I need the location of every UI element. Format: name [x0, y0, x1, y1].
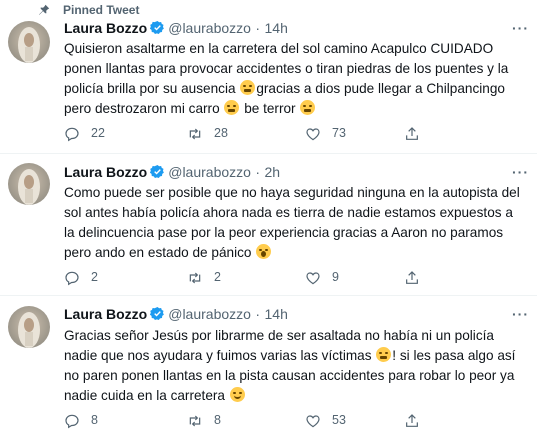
heart-icon: [306, 415, 320, 428]
tweet-actions: 8 8 53: [64, 411, 524, 431]
tweet-text-line: Quisieron asaltarme en la carretera del …: [64, 41, 494, 56]
tweet-text-span: ! si les pasa algo así: [392, 348, 516, 363]
like-count: 53: [332, 413, 346, 427]
share-button[interactable]: [404, 124, 424, 144]
like-button[interactable]: 9: [305, 268, 385, 288]
more-options-button[interactable]: ···: [512, 20, 529, 36]
separator-dot: ·: [255, 164, 261, 180]
reply-count: 22: [91, 126, 105, 140]
retweet-button[interactable]: 8: [187, 411, 267, 431]
author-handle[interactable]: @laurabozzo: [168, 20, 251, 36]
tweet-3[interactable]: Laura Bozzo @laurabozzo · 14h ··· Gracias…: [0, 296, 537, 437]
author-handle[interactable]: @laurabozzo: [168, 306, 251, 322]
verified-badge-icon: [150, 164, 165, 178]
tweet-text: Quisieron asaltarme en la carretera del …: [64, 39, 530, 119]
share-icon: [406, 271, 418, 284]
more-options-button[interactable]: ···: [512, 306, 529, 322]
heart-icon: [306, 128, 320, 141]
tweet-text-line: sol antes había policía ahora nada es ti…: [64, 205, 513, 220]
tweet-text-line: nadie que nos ayudara y fuimos varias la…: [64, 346, 530, 366]
pinned-tweet-header: Pinned Tweet: [0, 0, 537, 20]
tweet-text-line: nadie cuida en la carretera: [64, 386, 530, 406]
like-button[interactable]: 53: [305, 411, 385, 431]
tweet-text-span: nadie cuida en la carretera: [64, 388, 229, 403]
tweet-header: Laura Bozzo @laurabozzo · 2h: [64, 164, 280, 182]
like-button[interactable]: 73: [305, 124, 385, 144]
tweet-text-line: pero ando en estado de pánico: [64, 243, 530, 263]
author-name[interactable]: Laura Bozzo: [64, 306, 147, 322]
retweet-count: 2: [214, 270, 221, 284]
pinned-label: Pinned Tweet: [63, 3, 140, 17]
weary-face-emoji-icon: [224, 100, 240, 115]
tweet-text-line: no paren ponen llantas en la pista causa…: [64, 368, 515, 383]
author-name[interactable]: Laura Bozzo: [64, 164, 147, 180]
share-icon: [406, 127, 418, 140]
relieved-face-emoji-icon: [229, 387, 245, 402]
more-options-button[interactable]: ···: [512, 164, 529, 180]
retweet-icon: [189, 128, 201, 140]
tweet-text-span: gracias a dios pude llegar a Chilpancing…: [256, 81, 505, 96]
screaming-face-emoji-icon: [256, 244, 272, 259]
retweet-icon: [189, 415, 201, 427]
retweet-button[interactable]: 2: [187, 268, 267, 288]
tweet-text-line: Gracias señor Jesús por librarme de ser …: [64, 328, 494, 343]
weary-face-emoji-icon: [240, 80, 256, 95]
weary-face-emoji-icon: [300, 100, 316, 115]
tweet-text-line: ponen llantas para provocar accidentes o…: [64, 61, 509, 76]
tweet-header: Laura Bozzo @laurabozzo · 14h: [64, 306, 288, 324]
author-handle[interactable]: @laurabozzo: [168, 164, 251, 180]
retweet-count: 28: [214, 126, 228, 140]
tweet-text-span: pero destrozaron mi carro: [64, 101, 224, 116]
tweet-text-line: policía brilla por su ausencia gracias a…: [64, 79, 530, 99]
heart-icon: [306, 272, 320, 285]
reply-count: 2: [91, 270, 98, 284]
tweet-1[interactable]: Laura Bozzo @laurabozzo · 14h ··· Quisier…: [0, 18, 537, 154]
reply-count: 8: [91, 413, 98, 427]
pin-icon: [39, 4, 50, 15]
tweet-2[interactable]: Laura Bozzo @laurabozzo · 2h ··· Como pue…: [0, 154, 537, 296]
tweet-text-span: nadie que nos ayudara y fuimos varias la…: [64, 348, 376, 363]
share-button[interactable]: [404, 411, 424, 431]
avatar[interactable]: [8, 306, 50, 348]
timestamp[interactable]: 14h: [265, 306, 288, 322]
share-button[interactable]: [404, 268, 424, 288]
author-name[interactable]: Laura Bozzo: [64, 20, 147, 36]
tweet-text-line: Como puede ser posible que no haya segur…: [64, 185, 520, 200]
reply-button[interactable]: 22: [64, 124, 144, 144]
tweet-text: Gracias señor Jesús por librarme de ser …: [64, 326, 530, 406]
tweet-text-span: pero ando en estado de pánico: [64, 245, 256, 260]
verified-badge-icon: [150, 20, 165, 34]
avatar[interactable]: [8, 21, 50, 63]
reply-button[interactable]: 8: [64, 411, 144, 431]
reply-button[interactable]: 2: [64, 268, 144, 288]
avatar[interactable]: [8, 163, 50, 205]
retweet-count: 8: [214, 413, 221, 427]
reply-icon: [65, 271, 79, 286]
tweet-text-line: la delincuencia pase por la peor experie…: [64, 225, 504, 240]
like-count: 9: [332, 270, 339, 284]
timestamp[interactable]: 14h: [265, 20, 288, 36]
tweet-text-span: policía brilla por su ausencia: [64, 81, 240, 96]
tweet-actions: 22 28 73: [64, 124, 524, 144]
tweet-header: Laura Bozzo @laurabozzo · 14h: [64, 20, 288, 38]
separator-dot: ·: [255, 20, 261, 36]
retweet-icon: [189, 272, 201, 284]
weary-face-emoji-icon: [376, 347, 392, 362]
reply-icon: [65, 127, 79, 142]
reply-icon: [65, 414, 79, 429]
tweet-actions: 2 2 9: [64, 268, 524, 288]
separator-dot: ·: [255, 306, 261, 322]
share-icon: [406, 414, 418, 427]
tweet-text-span: be terror: [240, 101, 300, 116]
timestamp[interactable]: 2h: [265, 164, 281, 180]
verified-badge-icon: [150, 306, 165, 320]
like-count: 73: [332, 126, 346, 140]
tweet-text: Como puede ser posible que no haya segur…: [64, 183, 530, 263]
retweet-button[interactable]: 28: [187, 124, 267, 144]
tweet-text-line: pero destrozaron mi carro be terror: [64, 99, 530, 119]
